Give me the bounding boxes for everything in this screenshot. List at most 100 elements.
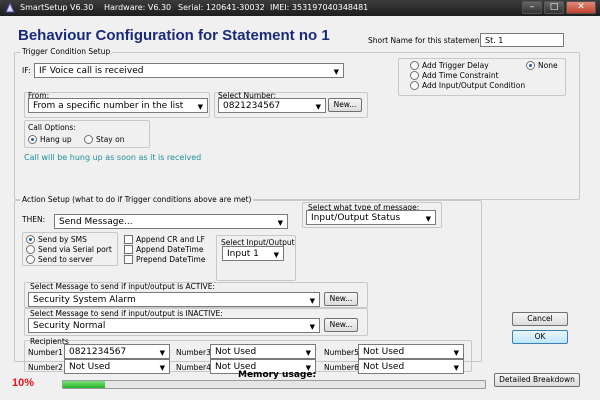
memory-progress-fill	[63, 381, 106, 388]
number3-label: Number3	[176, 348, 211, 357]
append-datetime-checkbox[interactable]: Append DateTime	[124, 245, 203, 254]
memory-progress-bar	[62, 380, 486, 389]
append-datetime-label: Append DateTime	[136, 245, 204, 254]
chevron-down-icon	[454, 362, 459, 373]
number3-value: Not Used	[215, 347, 257, 357]
radio-indicator-icon	[410, 81, 419, 90]
send-by-sms-radio[interactable]: Send by SMS	[26, 235, 87, 244]
send-server-radio[interactable]: Send to server	[26, 255, 93, 264]
number6-select[interactable]: Not Used	[358, 359, 464, 374]
select-number-dropdown[interactable]: 0821234567	[218, 98, 326, 113]
action-group-title: Action Setup (what to do if Trigger cond…	[20, 195, 254, 204]
radio-selected-icon	[26, 235, 35, 244]
chevron-down-icon	[310, 295, 315, 306]
action-value: Send Message...	[59, 217, 133, 227]
chevron-down-icon	[454, 347, 459, 358]
number2-label: Number2	[28, 363, 63, 372]
app-logo-icon	[5, 2, 15, 13]
chevron-down-icon	[274, 249, 279, 260]
append-crlf-label: Append CR and LF	[136, 235, 205, 244]
send-server-label: Send to server	[38, 255, 93, 264]
add-trigger-delay-label: Add Trigger Delay	[422, 61, 489, 70]
minimize-button[interactable]: –	[522, 1, 542, 14]
chevron-down-icon	[310, 321, 315, 332]
input-output-select[interactable]: Input 1	[222, 246, 284, 261]
chevron-down-icon	[198, 101, 203, 112]
trigger-condition-value: IF Voice call is received	[39, 66, 144, 76]
chevron-down-icon	[306, 347, 311, 358]
number5-select[interactable]: Not Used	[358, 344, 464, 359]
radio-selected-icon	[526, 61, 535, 70]
trigger-condition-select[interactable]: IF Voice call is received	[34, 63, 344, 78]
add-io-condition-label: Add Input/Output Condition	[422, 81, 526, 90]
inactive-message-select[interactable]: Security Normal	[28, 318, 320, 333]
close-button[interactable]: ✕	[566, 1, 596, 14]
send-serial-radio[interactable]: Send via Serial port	[26, 245, 112, 254]
then-label: THEN:	[22, 215, 46, 224]
action-select[interactable]: Send Message...	[54, 214, 288, 229]
number1-value: 0821234567	[69, 347, 127, 357]
memory-usage-label: Memory usage:	[238, 370, 317, 380]
number6-value: Not Used	[363, 362, 405, 372]
radio-selected-icon	[28, 135, 37, 144]
radio-indicator-icon	[410, 61, 419, 70]
number5-value: Not Used	[363, 347, 405, 357]
cancel-button[interactable]: Cancel	[512, 312, 568, 326]
memory-percent: 10%	[12, 377, 35, 389]
from-value: From a specific number in the list	[33, 101, 184, 111]
radio-indicator-icon	[26, 255, 35, 264]
maximize-icon: □	[549, 2, 559, 12]
active-message-select[interactable]: Security System Alarm	[28, 292, 320, 307]
none-label: None	[538, 61, 558, 70]
message-type-value: Input/Output Status	[311, 213, 401, 223]
call-options-label: Call Options:	[28, 123, 76, 132]
number1-label: Number1	[28, 348, 63, 357]
chevron-down-icon	[316, 101, 321, 112]
stay-on-radio[interactable]: Stay on	[84, 135, 124, 144]
app-version: SmartSetup V6.30	[20, 3, 94, 12]
short-name-input[interactable]: St. 1	[480, 33, 564, 47]
ok-button[interactable]: OK	[512, 330, 568, 344]
serial-number: Serial: 120641-30032	[178, 3, 265, 12]
send-by-sms-label: Send by SMS	[38, 235, 87, 244]
page-title: Behaviour Configuration for Statement no…	[18, 27, 330, 44]
chevron-down-icon	[278, 217, 283, 228]
active-message-value: Security System Alarm	[33, 295, 136, 305]
none-radio[interactable]: None	[526, 61, 558, 70]
chevron-down-icon	[160, 347, 165, 358]
from-select[interactable]: From a specific number in the list	[28, 98, 208, 113]
chevron-down-icon	[426, 213, 431, 224]
hardware-version: Hardware: V6.30	[104, 3, 172, 12]
dialog-client: Behaviour Configuration for Statement no…	[0, 16, 600, 400]
inactive-message-value: Security Normal	[33, 321, 106, 331]
new-number-button[interactable]: New...	[328, 98, 362, 112]
input-output-value: Input 1	[227, 249, 259, 259]
title-bar: SmartSetup V6.30 Hardware: V6.30 Serial:…	[0, 0, 600, 16]
short-name-label: Short Name for this statement:	[368, 36, 485, 45]
maximize-button[interactable]: □	[544, 1, 564, 14]
number2-value: Not Used	[69, 362, 111, 372]
checkbox-icon	[124, 245, 133, 254]
new-active-message-button[interactable]: New...	[324, 292, 358, 306]
select-number-value: 0821234567	[223, 101, 281, 111]
if-label: IF:	[22, 66, 31, 75]
imei-number: IMEI: 353197040348481	[270, 3, 369, 12]
message-type-select[interactable]: Input/Output Status	[306, 210, 436, 225]
number2-select[interactable]: Not Used	[64, 359, 170, 374]
prepend-datetime-checkbox[interactable]: Prepend DateTime	[124, 255, 205, 264]
hang-up-radio[interactable]: Hang up	[28, 135, 72, 144]
detailed-breakdown-button[interactable]: Detailed Breakdown	[494, 373, 580, 387]
close-icon: ✕	[577, 2, 585, 12]
stay-on-label: Stay on	[96, 135, 125, 144]
append-crlf-checkbox[interactable]: Append CR and LF	[124, 235, 205, 244]
number3-select[interactable]: Not Used	[210, 344, 316, 359]
radio-indicator-icon	[84, 135, 93, 144]
add-trigger-delay-radio[interactable]: Add Trigger Delay	[410, 61, 489, 70]
trigger-group-title: Trigger Condition Setup	[20, 47, 113, 56]
number1-select[interactable]: 0821234567	[64, 344, 170, 359]
add-time-constraint-radio[interactable]: Add Time Constraint	[410, 71, 499, 80]
add-io-condition-radio[interactable]: Add Input/Output Condition	[410, 81, 525, 90]
active-message-label: Select Message to send if input/output i…	[30, 282, 215, 291]
new-inactive-message-button[interactable]: New...	[324, 318, 358, 332]
number5-label: Number5	[324, 348, 359, 357]
